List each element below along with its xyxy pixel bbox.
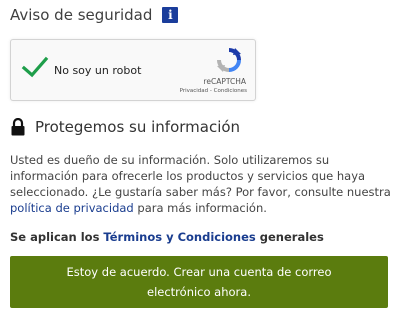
recaptcha-widget[interactable]: No soy un robot reCAPTCHA Privacidad - C… bbox=[10, 39, 256, 101]
checkmark-icon[interactable] bbox=[21, 53, 49, 81]
privacy-info-paragraph: Usted es dueño de su información. Solo u… bbox=[10, 152, 396, 216]
terms-suffix: generales bbox=[255, 230, 324, 244]
privacy-info-text: Usted es dueño de su información. Solo u… bbox=[10, 153, 391, 199]
privacy-policy-link[interactable]: política de privacidad bbox=[10, 201, 134, 215]
lock-icon bbox=[11, 118, 25, 136]
info-icon[interactable]: i bbox=[162, 7, 179, 23]
security-notice-title: Aviso de seguridad bbox=[10, 6, 153, 24]
captcha-label: No soy un robot bbox=[54, 64, 142, 77]
protection-title: Protegemos su información bbox=[35, 118, 241, 136]
security-notice-header: Aviso de seguridad i bbox=[10, 6, 179, 24]
recaptcha-privacy-terms-links[interactable]: Privacidad - Condiciones bbox=[180, 88, 247, 94]
privacy-info-text-end: para más información. bbox=[133, 201, 267, 215]
recaptcha-logo-icon bbox=[217, 48, 241, 72]
protection-header: Protegemos su información bbox=[10, 118, 240, 136]
recaptcha-brand: reCAPTCHA bbox=[203, 77, 246, 86]
terms-prefix: Se aplican los bbox=[10, 230, 104, 244]
terms-conditions-link[interactable]: Términos y Condiciones bbox=[103, 230, 255, 244]
agree-create-account-button[interactable]: Estoy de acuerdo. Crear una cuenta de co… bbox=[10, 256, 388, 308]
terms-line: Se aplican los Términos y Condiciones ge… bbox=[10, 230, 324, 244]
